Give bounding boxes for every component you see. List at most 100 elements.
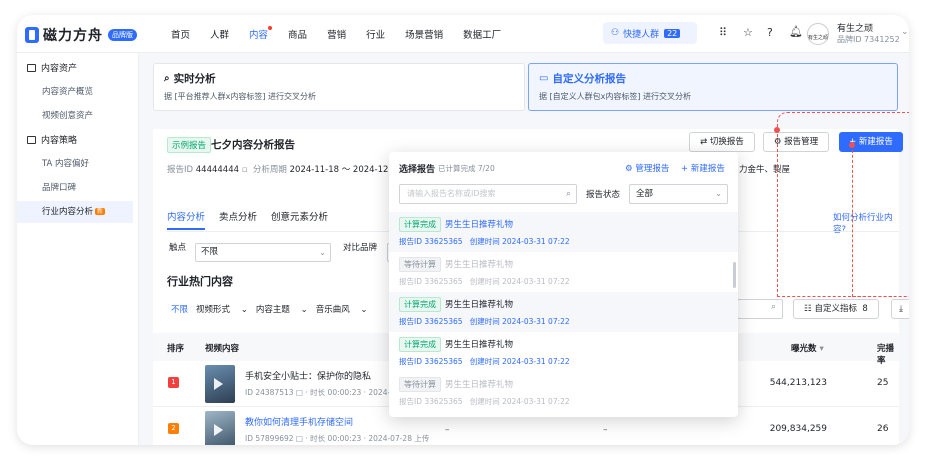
- bell-icon[interactable]: 🔔︎: [789, 25, 803, 38]
- download-icon: ⤓: [899, 304, 903, 314]
- account-menu[interactable]: 有生之顽 有生之顽 品牌ID 7341252 ⌄: [807, 21, 909, 47]
- top-nav: 首页 人群 内容 商品 营销 行业 场景营销 数据工厂: [171, 26, 521, 41]
- th-content: 视频内容: [205, 344, 240, 354]
- views-value: 209,834,259: [769, 424, 827, 434]
- video-title[interactable]: 教你如何清理手机存储空间: [245, 415, 353, 428]
- report-name: 男生生日推荐礼物: [445, 260, 514, 270]
- sort-icon: ▾: [819, 344, 824, 354]
- status-label: 报告状态: [586, 190, 621, 200]
- popup-title: 选择报告: [399, 165, 436, 175]
- switch-report-button[interactable]: ⇄ 切换报告: [689, 132, 755, 152]
- sidebar-item-video-assets[interactable]: 视频创意资产: [17, 105, 133, 127]
- tab-content-analysis[interactable]: 内容分析: [167, 209, 206, 230]
- table-search-input[interactable]: ⌕: [737, 299, 783, 319]
- sidebar-group-content-assets[interactable]: 内容资产: [27, 61, 77, 74]
- video-thumbnail[interactable]: [205, 365, 235, 403]
- chip-all[interactable]: 不限: [171, 303, 188, 315]
- tab-selling-point-analysis[interactable]: 卖点分析: [219, 209, 257, 230]
- realtime-analysis-card[interactable]: ⌕ 实时分析 据 [平台推荐人群x内容标签] 进行交叉分析: [153, 63, 525, 111]
- touchpoint-select[interactable]: 不限 ⌄: [195, 243, 331, 262]
- report-name: 男生生日推荐礼物: [445, 220, 514, 230]
- report-list-item[interactable]: 等待计算 男生生日推荐礼物 报告ID 33625365 创建时间 2024-03…: [389, 372, 738, 412]
- touchpoint-label: 触点: [169, 243, 187, 253]
- sidebar-group-content-strategy[interactable]: 内容策略: [27, 133, 77, 146]
- video-thumbnail[interactable]: [205, 411, 235, 445]
- strategy-icon: [27, 135, 36, 144]
- report-list-item[interactable]: 计算完成 男生生日推荐礼物 报告ID 33625365 创建时间 2024-03…: [389, 292, 738, 332]
- quick-audience-button[interactable]: ⚇ 快捷人群 22: [603, 22, 697, 44]
- chevron-down-icon: ⌄: [715, 189, 722, 198]
- chip-video-format[interactable]: 视频形式 ⌄: [196, 303, 248, 315]
- nav-item-industry[interactable]: 行业: [366, 27, 385, 41]
- report-meta: 报告ID 33625365 创建时间 2024-03-31 07:22: [399, 357, 570, 366]
- download-button[interactable]: ⤓: [891, 299, 909, 319]
- nav-item-marketing[interactable]: 营销: [327, 27, 346, 41]
- nav-item-home[interactable]: 首页: [171, 27, 190, 41]
- manage-report-link[interactable]: ⚙ 管理报告: [625, 162, 669, 174]
- nav-item-product[interactable]: 商品: [288, 27, 307, 41]
- quick-audience-label: 快捷人群: [623, 29, 660, 40]
- top-bar: 磁力方舟 品牌版 首页 人群 内容 商品 营销 行业 场景营销 数据工厂 ⚇ 快…: [17, 15, 909, 53]
- sidebar-item-asset-overview[interactable]: 内容资产概览: [17, 81, 133, 103]
- custom-report-card[interactable]: ▭ 自定义分析报告 据 [自定义人群包x内容标签] 进行交叉分析: [528, 63, 898, 111]
- status-badge: 计算完成: [399, 337, 441, 352]
- logo[interactable]: 磁力方舟 品牌版: [25, 25, 137, 45]
- video-meta: ID 57899692 □ · 时长 00:00:23 · 2024-07-28…: [245, 434, 430, 443]
- empty-value: –: [603, 425, 608, 435]
- th-views[interactable]: 曝光数 ▾: [791, 342, 824, 354]
- filter-chips: 不限 视频形式 ⌄ 内容主题 ⌄ 音乐曲风 ⌄: [171, 303, 376, 315]
- status-badge: 等待计算: [399, 257, 441, 272]
- folder-icon: [27, 63, 36, 72]
- popup-count: 已计算完成 7/20: [438, 164, 495, 173]
- sidebar-item-brand-reputation[interactable]: 品牌口碑: [17, 177, 133, 199]
- report-name: 男生生日推荐礼物: [445, 340, 514, 350]
- report-title: 七夕内容分析报告: [211, 139, 295, 151]
- apps-grid-icon[interactable]: ⠿: [719, 26, 727, 39]
- status-select[interactable]: 全部 ⌄: [629, 184, 728, 204]
- sidebar-item-ta-preference[interactable]: TA 内容偏好: [17, 153, 133, 175]
- nav-item-scene-marketing[interactable]: 场景营销: [405, 27, 443, 41]
- avatar: 有生之顽: [807, 23, 829, 45]
- custom-metric-button[interactable]: ☷ 自定义指标 8: [793, 299, 879, 319]
- sidebar: 内容资产 内容资产概览 视频创意资产 内容策略 TA 内容偏好 品牌口碑 行业内…: [17, 53, 139, 445]
- status-badge: 计算完成: [399, 217, 441, 232]
- user-icon: ⚇: [611, 28, 620, 38]
- annotation-dot: [774, 127, 780, 133]
- report-list-item[interactable]: 计算完成 男生生日推荐礼物 报告ID 33625365 创建时间 2024-03…: [389, 212, 738, 252]
- report-meta: 报告ID 44444444 ▫ 分析周期 2024-11-18 ～ 2024-1…: [167, 165, 389, 175]
- search-icon: ⌕: [770, 302, 776, 312]
- popup-scrollbar[interactable]: [733, 262, 736, 288]
- logo-text: 磁力方舟: [43, 28, 103, 44]
- video-title[interactable]: 手机安全小贴士：保护你的隐私: [245, 369, 371, 382]
- sidebar-item-industry-analysis[interactable]: 行业内容分析新: [17, 201, 133, 223]
- section-title: 行业热门内容: [167, 275, 233, 288]
- copy-icon[interactable]: ▫: [242, 165, 248, 175]
- report-list-item[interactable]: 等待计算 男生生日推荐礼物 报告ID 33625365 创建时间 2024-03…: [389, 252, 738, 292]
- logo-icon: [25, 27, 39, 43]
- report-meta: 报告ID 33625365 创建时间 2024-03-31 07:22: [399, 277, 570, 286]
- quick-audience-count: 22: [664, 28, 681, 38]
- help-icon[interactable]: ?: [767, 26, 773, 39]
- th-rank: 排序: [167, 344, 185, 354]
- compare-brand-label: 对比品牌: [343, 243, 378, 253]
- star-icon[interactable]: ☆: [743, 26, 753, 39]
- chip-music-style[interactable]: 音乐曲风 ⌄: [316, 303, 368, 315]
- nav-item-audience[interactable]: 人群: [210, 27, 229, 41]
- select-report-popup: 选择报告 已计算完成 7/20 ⚙ 管理报告 + 新建报告 请输入报告名称或ID…: [389, 152, 738, 417]
- rate-value: 26: [877, 424, 889, 434]
- rate-value: 25: [877, 378, 889, 388]
- popup-new-report-link[interactable]: + 新建报告: [681, 162, 725, 174]
- nav-item-content[interactable]: 内容: [249, 26, 273, 41]
- tab-creative-element-analysis[interactable]: 创意元素分析: [271, 209, 328, 230]
- views-value: 544,213,123: [769, 378, 827, 388]
- rank-badge: 1: [168, 377, 179, 388]
- account-id: 品牌ID 7341252: [837, 35, 900, 44]
- analysis-tabs: 内容分析 卖点分析 创意元素分析: [167, 209, 342, 230]
- report-list-item[interactable]: 计算完成 男生生日推荐礼物 报告ID 33625365 创建时间 2024-03…: [389, 332, 738, 372]
- chevron-down-icon: ⌄: [319, 248, 326, 257]
- new-badge: 新: [95, 208, 106, 215]
- video-meta: ID 24387513 □ · 时长 00:00:23 · 2024-0: [245, 388, 395, 397]
- chip-content-theme[interactable]: 内容主题 ⌄: [256, 303, 308, 315]
- report-search-input[interactable]: 请输入报告名称或ID搜索 ⌕: [399, 184, 577, 204]
- nav-item-data-factory[interactable]: 数据工厂: [463, 27, 501, 41]
